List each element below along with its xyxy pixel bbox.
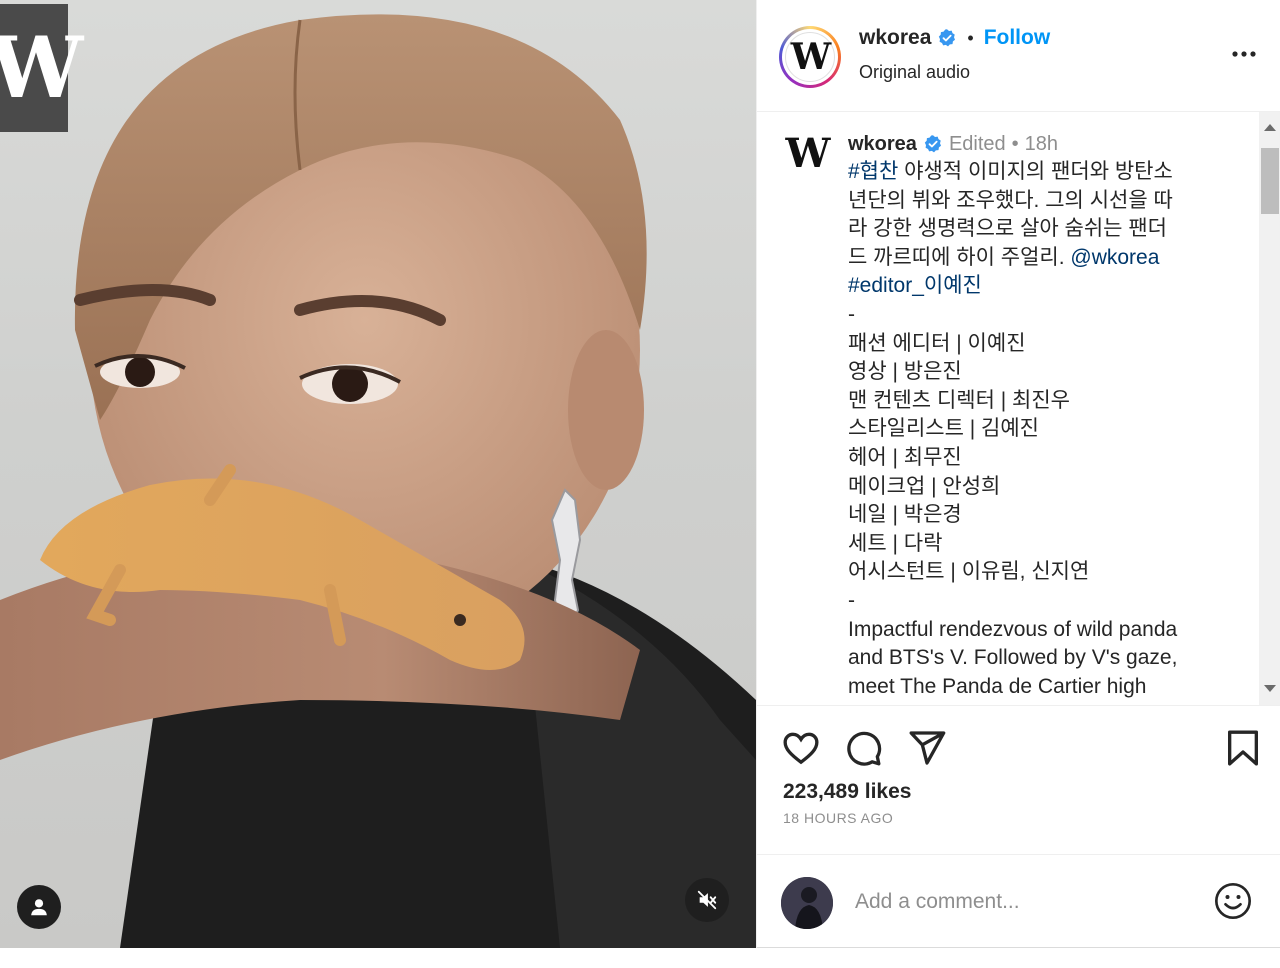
credit-line: 네일 | 박은경 bbox=[848, 503, 962, 527]
caption-text: 드 까르띠에 하이 주얼리. bbox=[848, 245, 1071, 269]
mention-link[interactable]: @wkorea bbox=[1070, 246, 1159, 269]
caption-avatar[interactable]: W bbox=[781, 128, 833, 180]
scrollbar-thumb[interactable] bbox=[1261, 148, 1279, 214]
add-comment-bar bbox=[757, 854, 1280, 948]
english-caption-line: meet The Panda de Cartier high bbox=[848, 674, 1147, 698]
caption-body: wkorea Edited • 18h #협찬 야생적 이미지의 팬더와 방탄소… bbox=[848, 130, 1232, 701]
hashtag-link[interactable]: #협찬 bbox=[848, 160, 898, 183]
credit-line: 메이크업 | 안성희 bbox=[848, 474, 1001, 498]
comment-input[interactable] bbox=[855, 885, 1195, 919]
caption-separator: • bbox=[1011, 132, 1019, 155]
post-photo bbox=[0, 14, 756, 948]
caption-scrollbar[interactable] bbox=[1259, 112, 1280, 705]
caption-header: wkorea Edited • 18h bbox=[848, 130, 1232, 158]
credit-line: 스타일리스트 | 김예진 bbox=[848, 417, 1040, 441]
follow-button[interactable]: Follow bbox=[984, 26, 1051, 50]
heart-icon[interactable] bbox=[781, 728, 821, 768]
post-header: W wkorea • Follow Original audio bbox=[757, 0, 1280, 112]
header-separator: • bbox=[967, 27, 974, 48]
credit-line: 세트 | 다락 bbox=[848, 531, 943, 555]
instagram-post: W W wkorea • Follow Original audio W wko… bbox=[0, 0, 1280, 948]
editor-hashtag-link[interactable]: #editor_이예진 bbox=[848, 272, 1232, 301]
header-user-row: wkorea • Follow bbox=[859, 26, 1050, 50]
post-side-panel: W wkorea • Follow Original audio W wkore… bbox=[756, 0, 1280, 948]
credit-line: 헤어 | 최무진 bbox=[848, 445, 962, 469]
caption-line-1: #협찬 야생적 이미지의 팬더와 방탄소 bbox=[848, 158, 1232, 187]
english-caption-line: and BTS's V. Followed by V's gaze, bbox=[848, 646, 1178, 670]
caption-line-4: 드 까르띠에 하이 주얼리. @wkorea bbox=[848, 244, 1232, 273]
post-media[interactable]: W bbox=[0, 0, 756, 948]
post-timestamp[interactable]: 18 HOURS AGO bbox=[783, 810, 893, 826]
caption-line-3: 라 강한 생명력으로 살아 숨쉬는 팬더 bbox=[848, 217, 1167, 241]
post-actions: 223,489 likes 18 HOURS AGO bbox=[757, 706, 1280, 854]
credit-line: 어시스턴트 | 이유림, 신지연 bbox=[848, 560, 1090, 584]
w-magazine-logo: W bbox=[0, 4, 83, 132]
caption-username[interactable]: wkorea bbox=[848, 130, 917, 159]
caption-divider: - bbox=[848, 588, 855, 612]
credit-line: 패션 에디터 | 이예진 bbox=[848, 331, 1026, 355]
verified-badge-icon bbox=[924, 135, 941, 153]
current-user-avatar bbox=[781, 877, 833, 929]
caption-avatar-letter: W bbox=[785, 130, 831, 177]
verified-badge-icon bbox=[939, 29, 956, 47]
caption-divider: - bbox=[848, 302, 855, 326]
caption-time[interactable]: 18h bbox=[1025, 130, 1058, 159]
avatar-letter: W bbox=[790, 36, 831, 78]
caption-line-2: 년단의 뷔와 조우했다. 그의 시선을 따 bbox=[848, 188, 1173, 212]
paper-plane-icon[interactable] bbox=[907, 728, 947, 768]
header-username[interactable]: wkorea bbox=[859, 26, 931, 50]
original-audio-link[interactable]: Original audio bbox=[859, 62, 970, 83]
profile-avatar: W bbox=[785, 32, 835, 82]
english-caption-line: Impactful rendezvous of wild panda bbox=[848, 617, 1178, 641]
w-logo-letter: W bbox=[0, 18, 83, 117]
audio-toggle-button[interactable] bbox=[685, 878, 729, 922]
scroll-up-arrow-icon[interactable] bbox=[1264, 124, 1276, 131]
credit-line: 맨 컨텐츠 디렉터 | 최진우 bbox=[848, 388, 1070, 412]
caption-scroll-area[interactable]: W wkorea Edited • 18h #협찬 야생적 이미지의 팬더와 방… bbox=[757, 112, 1280, 706]
user-icon bbox=[31, 899, 47, 916]
current-user-photo bbox=[781, 877, 833, 929]
edited-label: Edited bbox=[948, 132, 1006, 155]
tagged-users-button[interactable] bbox=[17, 885, 61, 929]
speaker-muted-icon bbox=[697, 890, 717, 910]
smiley-icon[interactable] bbox=[1213, 881, 1253, 921]
caption-text: 야생적 이미지의 팬더와 방탄소 bbox=[898, 160, 1173, 183]
more-options-icon[interactable] bbox=[1230, 44, 1258, 64]
credit-line: 영상 | 방은진 bbox=[848, 360, 962, 384]
scroll-down-arrow-icon[interactable] bbox=[1264, 685, 1276, 692]
comment-bubble-icon[interactable] bbox=[843, 728, 883, 768]
profile-avatar-ring[interactable]: W bbox=[779, 26, 841, 88]
bookmark-icon[interactable] bbox=[1223, 728, 1263, 768]
likes-count[interactable]: 223,489 likes bbox=[783, 780, 911, 804]
